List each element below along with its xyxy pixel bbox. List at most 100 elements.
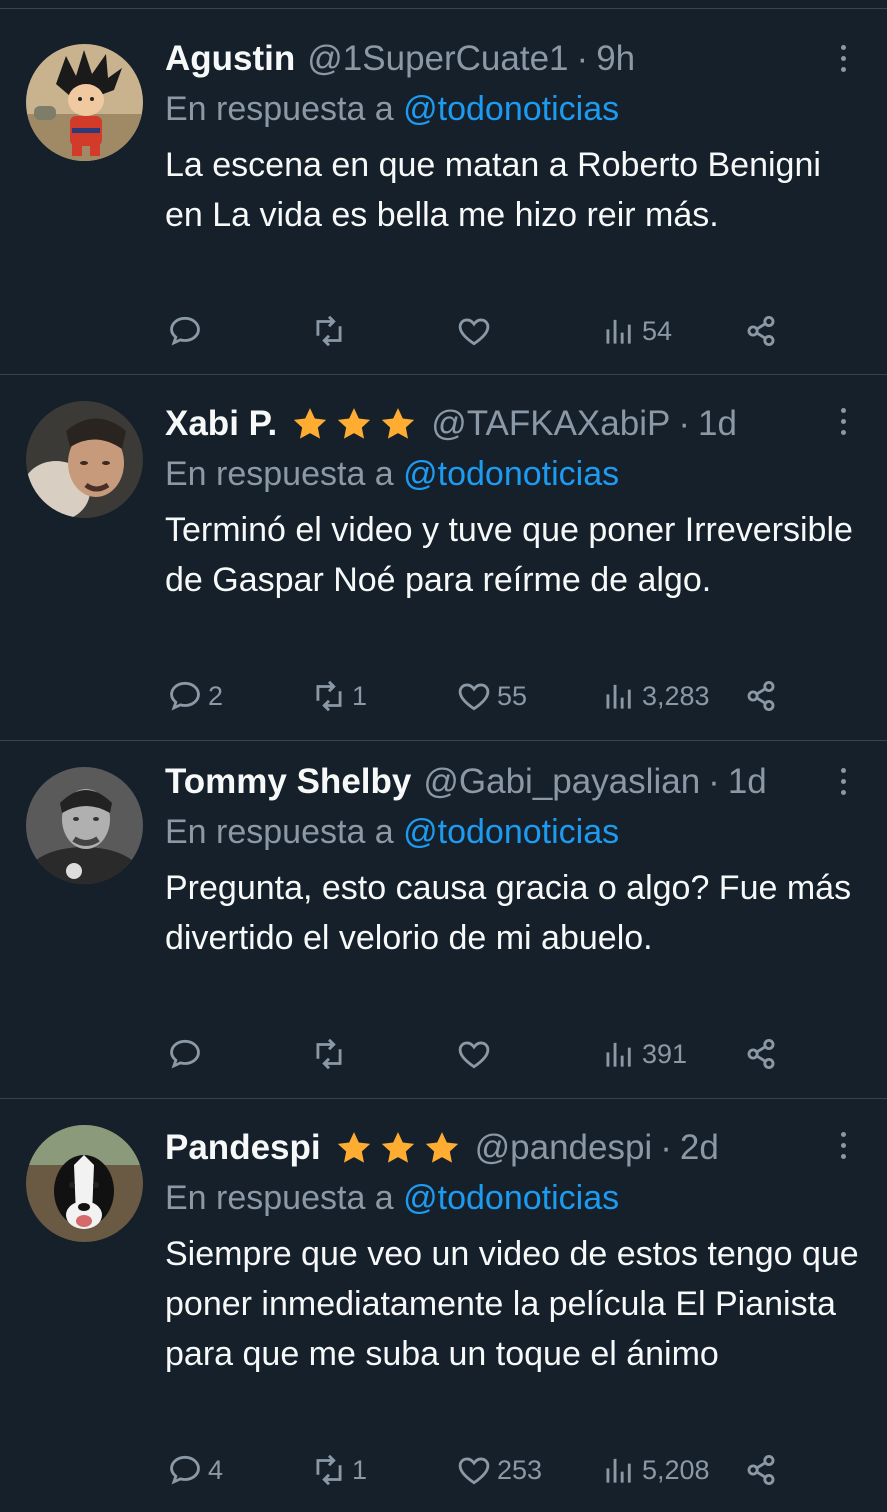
user-handle[interactable]: @1SuperCuate1: [307, 39, 568, 79]
views-button[interactable]: 3,283: [600, 677, 710, 715]
views-icon: [606, 319, 631, 344]
retweet-count: 1: [352, 680, 368, 711]
tweet-text: La escena en que matan a Roberto Benigni…: [165, 146, 821, 234]
views-icon: [606, 1042, 631, 1067]
share-icon: [747, 680, 775, 712]
like-button[interactable]: [455, 1035, 497, 1073]
share-button[interactable]: [742, 1035, 780, 1073]
reply-prefix: En respuesta a: [165, 1179, 394, 1217]
reply-count: 2: [208, 680, 224, 711]
avatar[interactable]: [26, 401, 143, 518]
tweet[interactable]: Xabi P. @TAFKAXabiP · 1d En respuesta a …: [0, 375, 887, 741]
separator-dot: ·: [708, 762, 720, 801]
display-name[interactable]: Agustin: [165, 39, 295, 79]
retweet-icon: [316, 1038, 342, 1070]
star-icon: [294, 408, 327, 439]
share-icon: [747, 1038, 775, 1070]
views-icon: [606, 684, 631, 709]
heart-icon: [458, 318, 490, 346]
tweet[interactable]: Tommy Shelby @Gabi_payaslian · 1d En res…: [0, 741, 887, 1099]
timestamp[interactable]: 2d: [680, 1128, 719, 1168]
tweet-text: Terminó el video y tuve que poner Irreve…: [165, 511, 853, 599]
reply-count: 4: [208, 1454, 224, 1485]
comment-icon: [170, 316, 200, 346]
view-count: 3,283: [642, 680, 710, 711]
more-vertical-icon[interactable]: [837, 1125, 849, 1165]
heart-icon: [458, 1041, 490, 1069]
like-count: 55: [497, 680, 528, 711]
comment-icon: [170, 1039, 200, 1069]
reply-context: En respuesta a @todonoticias: [165, 455, 619, 494]
retweet-icon: [316, 1454, 342, 1486]
avatar[interactable]: [26, 1125, 143, 1242]
like-button[interactable]: [455, 312, 497, 350]
star-icon: [425, 1132, 458, 1163]
more-vertical-icon[interactable]: [837, 38, 849, 78]
timestamp[interactable]: 9h: [596, 39, 635, 79]
reply-context: En respuesta a @todonoticias: [165, 90, 619, 129]
retweet-button[interactable]: [310, 312, 352, 350]
action-bar: 2 1 55 3,283: [0, 677, 887, 717]
tweet[interactable]: Pandespi @pandespi · 2d En respuesta a @…: [0, 1099, 887, 1512]
like-count: 253: [497, 1454, 543, 1485]
separator-dot: ·: [678, 404, 690, 443]
share-button[interactable]: [742, 677, 780, 715]
comment-icon: [170, 681, 200, 711]
separator-dot: ·: [660, 1128, 672, 1167]
mention-link[interactable]: @todonoticias: [403, 90, 619, 128]
display-name[interactable]: Pandespi: [165, 1128, 321, 1168]
reply-context: En respuesta a @todonoticias: [165, 1179, 619, 1218]
star-icon: [337, 1132, 370, 1163]
timestamp[interactable]: 1d: [698, 404, 737, 444]
share-button[interactable]: [742, 312, 780, 350]
action-bar: 391: [0, 1035, 887, 1075]
reply-button[interactable]: 2: [166, 677, 223, 715]
reply-button[interactable]: [166, 312, 208, 350]
more-vertical-icon[interactable]: [837, 401, 849, 441]
tweet-text: Pregunta, esto causa gracia o algo? Fue …: [165, 869, 852, 957]
display-name[interactable]: Tommy Shelby: [165, 762, 411, 802]
tweet-header: Tommy Shelby @Gabi_payaslian · 1d: [165, 759, 767, 805]
top-divider: [0, 8, 887, 9]
tweet-header: Xabi P. @TAFKAXabiP · 1d: [165, 401, 737, 447]
star-icon: [382, 408, 415, 439]
reply-prefix: En respuesta a: [165, 813, 394, 851]
retweet-button[interactable]: [310, 1035, 352, 1073]
mention-link[interactable]: @todonoticias: [403, 1179, 619, 1217]
heart-icon: [458, 683, 490, 711]
reply-context: En respuesta a @todonoticias: [165, 813, 619, 852]
timestamp[interactable]: 1d: [728, 762, 767, 802]
mention-link[interactable]: @todonoticias: [403, 455, 619, 493]
avatar[interactable]: [26, 44, 143, 161]
like-button[interactable]: 253: [455, 1451, 542, 1489]
like-button[interactable]: 55: [455, 677, 527, 715]
view-count: 54: [642, 315, 673, 346]
tweet[interactable]: Agustin @1SuperCuate1 · 9h En respuesta …: [0, 18, 887, 375]
share-icon: [747, 315, 775, 347]
user-handle[interactable]: @pandespi: [475, 1128, 653, 1168]
separator-dot: ·: [576, 39, 589, 78]
avatar[interactable]: [26, 767, 143, 884]
view-count: 391: [642, 1038, 688, 1069]
more-vertical-icon[interactable]: [837, 761, 849, 801]
views-button[interactable]: 54: [600, 312, 672, 350]
badge-stars: [333, 1128, 463, 1168]
retweet-button[interactable]: 1: [310, 677, 367, 715]
mention-link[interactable]: @todonoticias: [403, 813, 619, 851]
user-handle[interactable]: @TAFKAXabiP: [431, 404, 670, 444]
reply-button[interactable]: [166, 1035, 208, 1073]
heart-icon: [458, 1457, 490, 1485]
share-button[interactable]: [742, 1451, 780, 1489]
share-icon: [747, 1454, 775, 1486]
user-handle[interactable]: @Gabi_payaslian: [423, 762, 700, 802]
views-button[interactable]: 391: [600, 1035, 687, 1073]
star-icon: [381, 1132, 414, 1163]
action-bar: 54: [0, 312, 887, 352]
views-icon: [606, 1458, 631, 1483]
views-button[interactable]: 5,208: [600, 1451, 710, 1489]
reply-button[interactable]: 4: [166, 1451, 223, 1489]
tweet-header: Pandespi @pandespi · 2d: [165, 1125, 719, 1171]
display-name[interactable]: Xabi P.: [165, 404, 277, 444]
retweet-icon: [316, 680, 342, 712]
retweet-button[interactable]: 1: [310, 1451, 367, 1489]
